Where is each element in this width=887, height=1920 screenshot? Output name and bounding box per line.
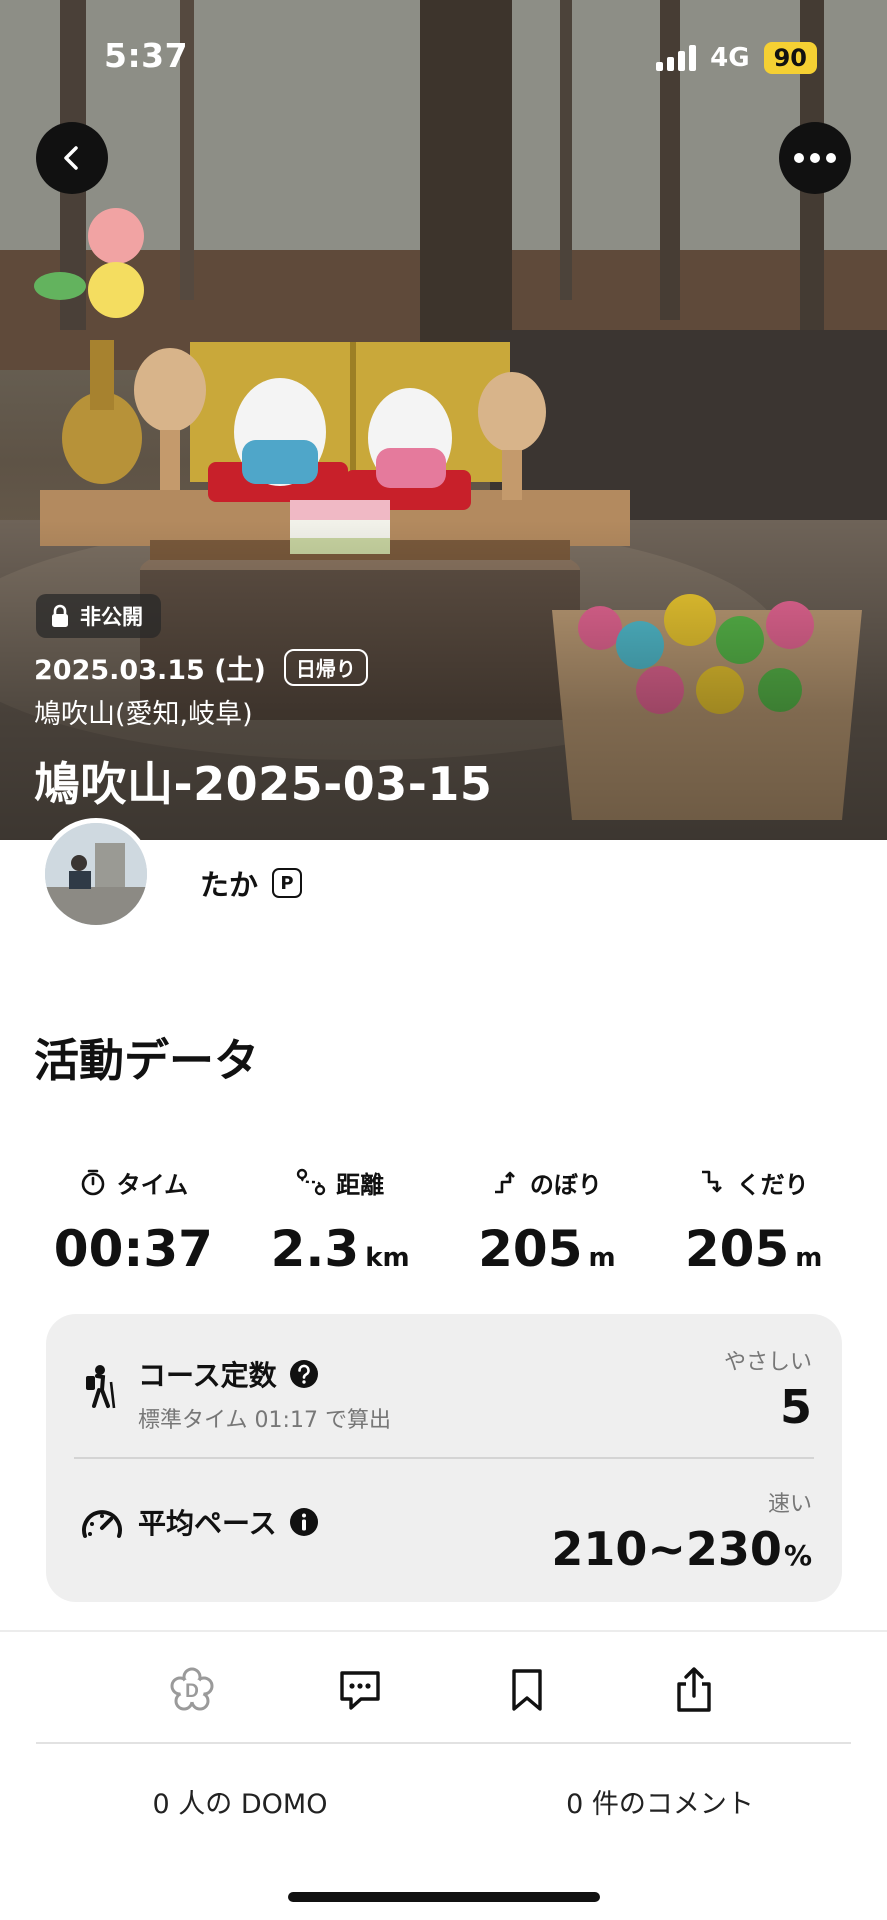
back-button[interactable] [36, 122, 108, 194]
stat-value: 205 [684, 1220, 790, 1278]
stat-unit: m [795, 1243, 823, 1273]
domo-count[interactable]: 0 人の DOMO [100, 1782, 380, 1821]
action-bar: D 0 人の DOMO 0 件のコメント [0, 1630, 887, 1862]
course-title: コース定数 [138, 1359, 277, 1392]
svg-text:D: D [185, 1681, 199, 1702]
privacy-badge: 非公開 [36, 594, 161, 638]
network-label: 4G [710, 43, 750, 73]
chevron-left-icon [64, 146, 78, 170]
bookmark-button[interactable] [497, 1660, 557, 1720]
speedometer-icon [82, 1510, 122, 1538]
lock-icon [52, 604, 68, 627]
stat-label: くだり [736, 1170, 809, 1199]
share-button[interactable] [664, 1660, 724, 1720]
stat-value: 2.3 [270, 1220, 360, 1278]
course-pace-card: コース定数 標準タイム 01:17 で算出 やさしい 5 平均ペース 速い 21… [46, 1314, 842, 1602]
user-name-row[interactable]: たか P [200, 862, 303, 904]
stat-label: 距離 [336, 1170, 385, 1199]
status-indicators: 4G 90 [656, 42, 817, 74]
descent-icon [701, 1170, 722, 1193]
pace-rating: 速い [767, 1492, 812, 1517]
share-icon [677, 1667, 711, 1712]
bookmark-icon [512, 1669, 542, 1711]
average-pace-row[interactable]: 平均ペース 速い 210~230 % [46, 1458, 842, 1602]
course-constant-row[interactable]: コース定数 標準タイム 01:17 で算出 やさしい 5 [46, 1314, 842, 1458]
ascent-icon [494, 1171, 515, 1194]
home-indicator [288, 1892, 600, 1902]
premium-badge: P [272, 868, 303, 898]
avatar-photo [45, 823, 147, 925]
activity-location: 鳩吹山(愛知,岐阜) [34, 699, 253, 730]
pace-unit: % [783, 1539, 812, 1572]
info-icon[interactable] [289, 1507, 319, 1537]
stat-ascent: のぼり 205 m [444, 1162, 651, 1279]
stat-label: タイム [116, 1170, 189, 1199]
signal-icon [656, 45, 697, 71]
activity-date: 2025.03.15 (土) [34, 655, 266, 686]
stat-distance: 距離 2.3 km [237, 1162, 444, 1278]
domo-flower-icon: D [170, 1667, 214, 1711]
comment-button[interactable] [330, 1660, 390, 1720]
stat-descent: くだり 205 m [650, 1162, 857, 1279]
more-button[interactable] [779, 122, 851, 194]
activity-type-badge: 日帰り [283, 649, 368, 686]
stat-unit: km [365, 1243, 410, 1273]
domo-button[interactable]: D [162, 1660, 222, 1720]
course-value: 5 [779, 1380, 812, 1434]
status-time: 5:37 [104, 36, 189, 75]
comment-icon [340, 1671, 380, 1710]
pace-value: 210~230 [551, 1522, 782, 1576]
section-title: 活動データ [34, 1034, 260, 1087]
hiker-icon [86, 1365, 116, 1409]
pace-title: 平均ペース [138, 1507, 277, 1540]
course-subtitle: 標準タイム 01:17 で算出 [138, 1408, 391, 1433]
stat-value: 00:37 [53, 1220, 213, 1278]
privacy-label: 非公開 [80, 605, 143, 629]
battery-indicator: 90 [763, 42, 817, 74]
stopwatch-icon [81, 1169, 104, 1196]
route-icon [296, 1168, 326, 1196]
stat-time: タイム 00:37 [30, 1162, 237, 1278]
date-row: 2025.03.15 (土) 日帰り [34, 648, 368, 687]
activity-stats: タイム 00:37 距離 2.3 km のぼり 205 m くだり 205 m [30, 1162, 857, 1278]
more-dots-icon [794, 153, 836, 163]
stat-unit: m [588, 1243, 616, 1273]
user-avatar[interactable] [40, 818, 152, 930]
activity-title: 鳩吹山-2025-03-15 [34, 757, 493, 811]
action-divider [36, 1742, 851, 1744]
stat-label: のぼり [529, 1170, 602, 1199]
stat-value: 205 [478, 1220, 583, 1278]
user-name: たか [200, 868, 259, 902]
comment-count[interactable]: 0 件のコメント [510, 1782, 810, 1821]
help-icon[interactable] [289, 1359, 319, 1389]
course-difficulty: やさしい [723, 1350, 812, 1375]
